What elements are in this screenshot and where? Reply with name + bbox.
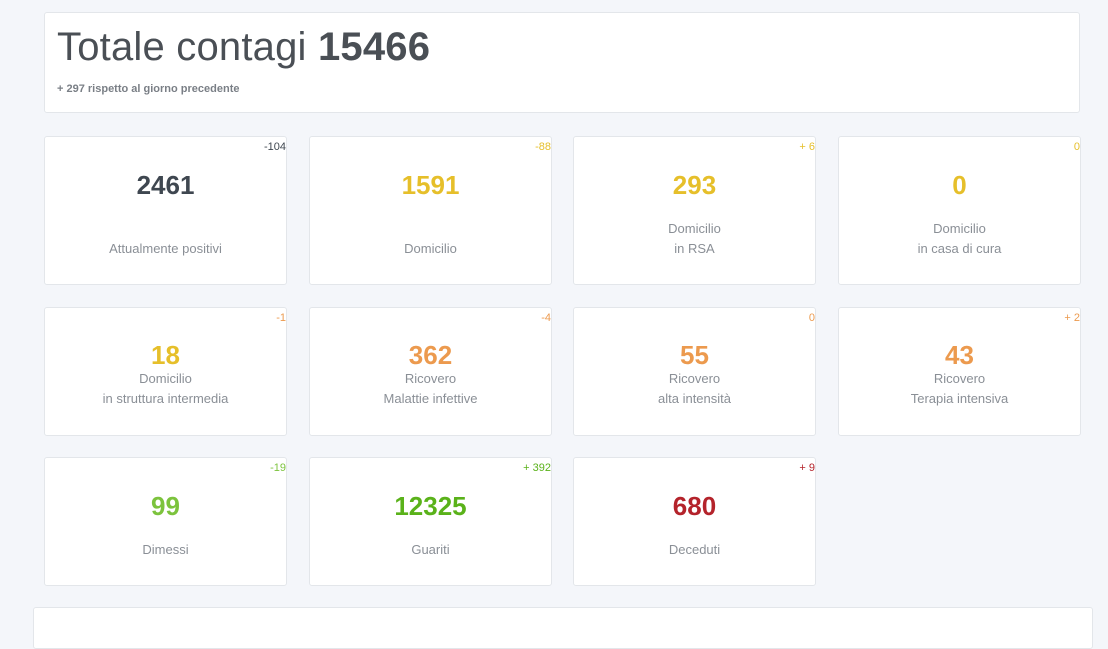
delta-value: + 6 bbox=[799, 141, 815, 153]
delta-value: + 9 bbox=[799, 462, 815, 474]
stat-value: 99 bbox=[151, 491, 180, 521]
stat-value: 18 bbox=[151, 340, 180, 370]
stat-sublabel: in casa di cura bbox=[917, 241, 1002, 256]
stat-label: Dimessi bbox=[142, 542, 189, 557]
stat-label: Deceduti bbox=[668, 542, 721, 557]
delta-value: + 2 bbox=[1064, 312, 1080, 324]
stat-sublabel: in struttura intermedia bbox=[102, 391, 229, 406]
stat-value: 362 bbox=[408, 340, 453, 370]
delta-value: -88 bbox=[535, 141, 551, 153]
delta-value: -1 bbox=[276, 312, 286, 324]
stat-card-domicilio-struttura: -1 18 Domicilio in struttura intermedia bbox=[44, 307, 287, 436]
stat-value: 0 bbox=[952, 170, 967, 200]
stat-card-ricovero-terapia-intensiva: + 2 43 Ricovero Terapia intensiva bbox=[838, 307, 1081, 436]
stat-label: Domicilio bbox=[933, 221, 986, 236]
stat-card-ricovero-alta-intensita: 0 55 Ricovero alta intensità bbox=[573, 307, 816, 436]
stat-card-deceduti: + 9 680 Deceduti bbox=[573, 457, 816, 586]
stat-card-ricovero-malattie-infettive: -4 362 Ricovero Malattie infettive bbox=[309, 307, 552, 436]
stat-label: Ricovero bbox=[404, 371, 457, 386]
delta-value: + 392 bbox=[523, 462, 551, 474]
title-prefix: Totale contagi bbox=[57, 25, 307, 69]
delta-value: 0 bbox=[1073, 141, 1080, 153]
stat-label: Domicilio bbox=[404, 241, 457, 256]
stat-label: Guariti bbox=[411, 542, 450, 557]
stat-card-domicilio: -88 1591 Domicilio bbox=[309, 136, 552, 285]
stat-label: Ricovero bbox=[668, 371, 721, 386]
stat-card-guariti: + 392 12325 Guariti bbox=[309, 457, 552, 586]
stat-value: 680 bbox=[672, 491, 717, 521]
stat-card-dimessi: -19 99 Dimessi bbox=[44, 457, 287, 586]
stat-value: 1591 bbox=[401, 170, 460, 200]
stat-value: 293 bbox=[672, 170, 717, 200]
stat-card-domicilio-rsa: + 6 293 Domicilio in RSA bbox=[573, 136, 816, 285]
stat-value: 2461 bbox=[136, 170, 195, 200]
stat-label: Ricovero bbox=[933, 371, 986, 386]
delta-value: -19 bbox=[270, 462, 286, 474]
stat-sublabel: in RSA bbox=[674, 241, 715, 256]
stat-sublabel: Terapia intensiva bbox=[910, 391, 1009, 406]
stat-value: 55 bbox=[680, 340, 709, 370]
stat-sublabel: Malattie infettive bbox=[383, 391, 478, 406]
total-cases-value: 15466 bbox=[317, 25, 431, 69]
page-title: Totale contagi 15466 bbox=[57, 25, 430, 70]
total-cases-card: Totale contagi 15466 + 297 rispetto al g… bbox=[44, 12, 1080, 113]
stat-label: Attualmente positivi bbox=[109, 241, 222, 256]
delta-value: -104 bbox=[263, 141, 286, 153]
stat-label: Domicilio bbox=[668, 221, 721, 236]
daily-change-text: + 297 rispetto al giorno precedente bbox=[57, 83, 240, 95]
stat-card-attualmente-positivi: -104 2461 Attualmente positivi bbox=[44, 136, 287, 285]
delta-value: -4 bbox=[541, 312, 551, 324]
stat-label: Domicilio bbox=[139, 371, 192, 386]
delta-value: 0 bbox=[808, 312, 815, 324]
stat-value: 12325 bbox=[394, 491, 467, 521]
stat-sublabel: alta intensità bbox=[658, 391, 731, 406]
stat-value: 43 bbox=[945, 340, 974, 370]
stat-card-domicilio-casa-cura: 0 0 Domicilio in casa di cura bbox=[838, 136, 1081, 285]
next-section-card bbox=[33, 607, 1093, 649]
